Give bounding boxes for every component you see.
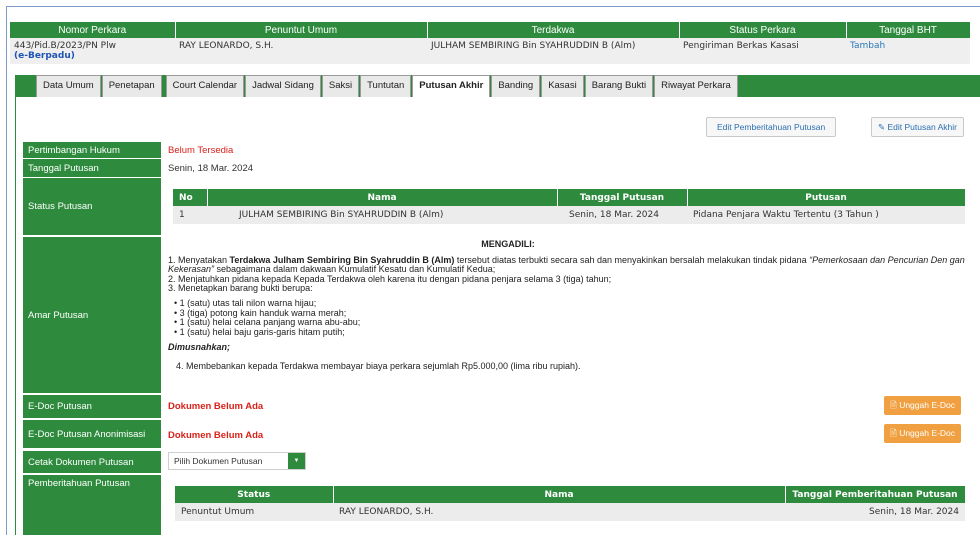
- pemberitahuan-cell-nama: RAY LEONARDO, S.H.: [333, 503, 785, 521]
- chevron-down-icon[interactable]: ▼: [288, 453, 305, 469]
- header-nomor-perkara: Nomor Perkara: [10, 22, 176, 38]
- cetak-dokumen-select[interactable]: Pilih Dokumen Putusan ▼: [168, 452, 306, 470]
- cell-tanggal-bht: Tambah: [846, 38, 970, 64]
- select-value: Pilih Dokumen Putusan: [174, 456, 263, 466]
- label-cetak-dokumen: Cetak Dokumen Putusan: [23, 451, 161, 473]
- tab-banding[interactable]: Banding: [491, 75, 541, 97]
- tab-penetapan[interactable]: Penetapan: [101, 75, 162, 97]
- cell-nomor-perkara: 443/Pid.B/2023/PN Plw (e-Berpadu): [10, 38, 175, 64]
- label-tanggal-putusan: Tanggal Putusan: [23, 159, 161, 177]
- status-col-putusan: Putusan: [687, 189, 966, 206]
- edit-putusan-akhir-button[interactable]: ✎ Edit Putusan Akhir: [871, 117, 964, 137]
- tab-court-calendar[interactable]: Court Calendar: [165, 75, 245, 97]
- unggah-edoc-anonimisasi-button[interactable]: 🗎 Unggah E-Doc: [884, 424, 961, 443]
- header-terdakwa: Terdakwa: [427, 22, 680, 38]
- e-berpadu-tag: (e-Berpadu): [14, 51, 75, 61]
- tab-saksi[interactable]: Saksi: [321, 75, 360, 97]
- table-row: 1 JULHAM SEMBIRING Bin SYAHRUDDIN B (Alm…: [173, 206, 965, 224]
- tab-data-umum[interactable]: Data Umum: [36, 75, 101, 97]
- barang-bukti-list: • 1 (satu) utas tali nilon warna hijau; …: [168, 298, 968, 337]
- cell-penuntut-umum: RAY LEONARDO, S.H.: [175, 38, 427, 64]
- nomor-perkara-text: 443/Pid.B/2023/PN Plw: [14, 41, 116, 51]
- value-pertimbangan-hukum: Belum Tersedia: [168, 145, 234, 156]
- status-cell-nama: JULHAM SEMBIRING Bin SYAHRUDDIN B (Alm): [207, 206, 557, 224]
- pemberitahuan-cell-status: Penuntut Umum: [175, 503, 333, 521]
- tab-jadwal-sidang[interactable]: Jadwal Sidang: [245, 75, 321, 97]
- unggah-edoc-button[interactable]: 🗎 Unggah E-Doc: [884, 396, 961, 415]
- cell-terdakwa: JULHAM SEMBIRING Bin SYAHRUDDIN B (Alm): [427, 38, 679, 64]
- tab-riwayat-perkara[interactable]: Riwayat Perkara: [654, 75, 738, 97]
- label-pertimbangan-hukum: Pertimbangan Hukum: [23, 142, 161, 158]
- label-edoc-anonimisasi: E-Doc Putusan Anonimisasi: [23, 420, 161, 448]
- edit-pemberitahuan-button[interactable]: Edit Pemberitahuan Putusan: [706, 117, 837, 137]
- amar-point-1: 1. Menyatakan Terdakwa Julham Sembiring …: [168, 254, 965, 275]
- table-row: Penuntut Umum RAY LEONARDO, S.H. Senin, …: [175, 503, 965, 521]
- status-cell-tanggal: Senin, 18 Mar. 2024: [557, 206, 687, 224]
- cell-status-perkara: Pengiriman Berkas Kasasi: [679, 38, 846, 64]
- value-tanggal-putusan: Senin, 18 Mar. 2024: [168, 163, 254, 174]
- value-edoc-putusan: Dokumen Belum Ada: [168, 401, 264, 412]
- list-item: • 1 (satu) helai baju garis-garis hitam …: [174, 326, 345, 337]
- header-tanggal-bht: Tanggal BHT: [846, 22, 971, 38]
- status-cell-no: 1: [173, 206, 207, 224]
- amar-heading: MENGADILI:: [481, 239, 535, 249]
- tab-barang-bukti[interactable]: Barang Bukti: [584, 75, 654, 97]
- label-pemberitahuan-putusan: Pemberitahuan Putusan: [23, 475, 161, 535]
- header-penuntut-umum: Penuntut Umum: [175, 22, 428, 38]
- tab-tuntutan[interactable]: Tuntutan: [360, 75, 412, 97]
- pemberitahuan-table: Status Nama Tanggal Pemberitahuan Putusa…: [175, 486, 966, 521]
- status-col-no: No: [173, 189, 208, 206]
- pemberitahuan-col-status: Status: [175, 486, 334, 503]
- pemberitahuan-col-nama: Nama: [333, 486, 786, 503]
- dimusnahkan-text: Dimusnahkan;: [168, 342, 231, 353]
- status-col-tanggal: Tanggal Putusan: [557, 189, 688, 206]
- amar-point-4: 4. Membebankan kepada Terdakwa membayar …: [176, 360, 581, 371]
- pemberitahuan-col-tanggal: Tanggal Pemberitahuan Putusan: [785, 486, 966, 503]
- status-putusan-table: No Nama Tanggal Putusan Putusan 1 JULHAM…: [173, 189, 966, 224]
- status-col-nama: Nama: [207, 189, 558, 206]
- case-summary-table: Nomor Perkara Penuntut Umum Terdakwa Sta…: [10, 22, 971, 64]
- tab-bar: Data Umum Penetapan Court Calendar Jadwa…: [15, 75, 980, 97]
- tab-kasasi[interactable]: Kasasi: [541, 75, 584, 97]
- tambah-link[interactable]: Tambah: [850, 41, 885, 51]
- label-status-putusan: Status Putusan: [23, 178, 161, 235]
- tab-putusan-akhir[interactable]: Putusan Akhir: [412, 75, 491, 97]
- label-edoc-putusan: E-Doc Putusan: [23, 395, 161, 418]
- amar-point-3: 3. Menetapkan barang bukti berupa:: [168, 283, 313, 294]
- label-amar-putusan: Amar Putusan: [23, 237, 161, 393]
- header-status-perkara: Status Perkara: [679, 22, 847, 38]
- status-cell-putusan: Pidana Penjara Waktu Tertentu (3 Tahun ): [687, 206, 965, 224]
- amar-putusan-text: MENGADILI: 1. Menyatakan Terdakwa Julham…: [168, 239, 968, 372]
- value-edoc-anonimisasi: Dokumen Belum Ada: [168, 430, 264, 441]
- pemberitahuan-cell-tanggal: Senin, 18 Mar. 2024: [785, 503, 965, 521]
